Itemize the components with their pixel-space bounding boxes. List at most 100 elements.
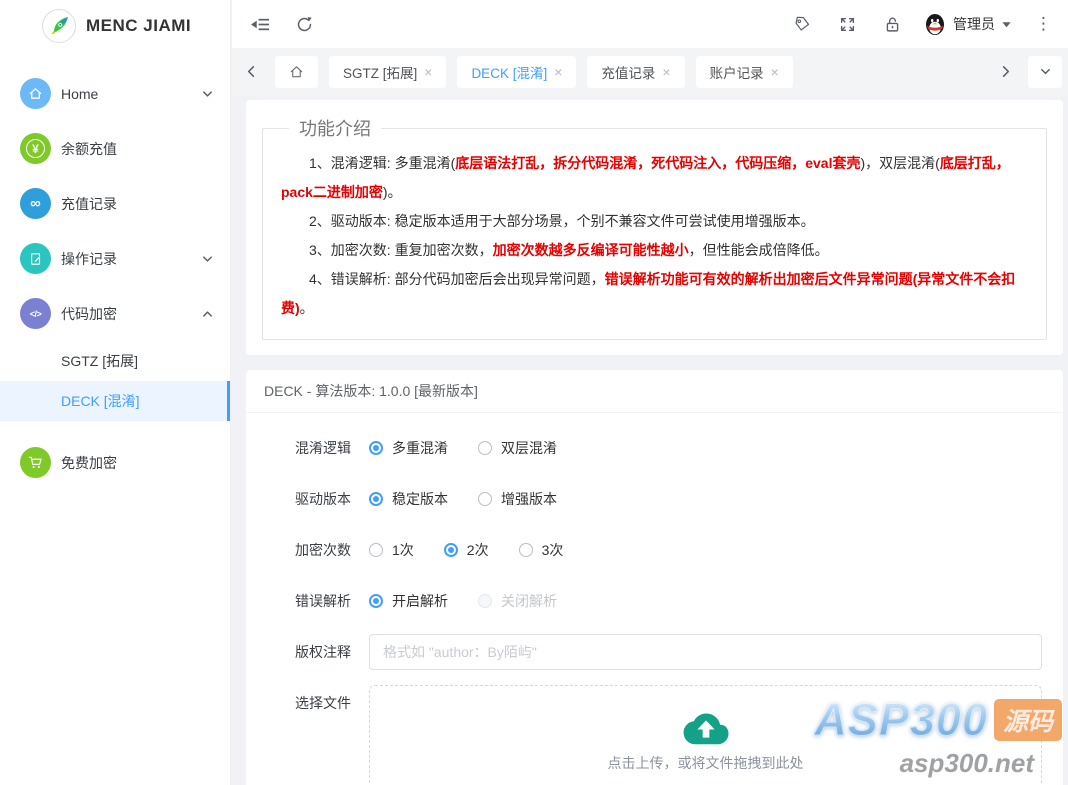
radio-stable-version[interactable]: 稳定版本 — [369, 489, 448, 509]
app-logo: MENC JIAMI — [0, 0, 230, 52]
radio-dot-icon — [478, 492, 492, 506]
form-label: 加密次数 — [246, 540, 369, 560]
sidebar: MENC JIAMI Home ¥ 余额充值 ∞ 充值记录 — [0, 0, 231, 785]
yen-coin-icon: ¥ — [20, 133, 51, 164]
more-options-icon[interactable]: ⋮ — [1025, 14, 1062, 34]
tabs-scroll-right-icon[interactable] — [992, 65, 1018, 78]
sidebar-item-label: 充值记录 — [61, 194, 117, 214]
radio-dot-icon — [444, 543, 458, 557]
radio-parse-on[interactable]: 开启解析 — [369, 591, 448, 611]
intro-line-2: 2、驱动版本: 稳定版本适用于大部分场景，个别不兼容文件可尝试使用增强版本。 — [281, 207, 1028, 236]
refresh-icon[interactable] — [286, 0, 322, 48]
fullscreen-icon[interactable] — [829, 0, 865, 48]
form-row-driver-version: 驱动版本 稳定版本 增强版本 — [246, 481, 1063, 517]
sidebar-item-operation-records[interactable]: 操作记录 — [0, 231, 230, 286]
form-label: 版权注释 — [246, 642, 369, 662]
main-content: 功能介绍 1、混淆逻辑: 多重混淆(底层语法打乱，拆分代码混淆，死代码注入，代码… — [232, 95, 1068, 785]
tab-deck[interactable]: DECK [混淆] × — [457, 56, 576, 88]
chevron-up-icon — [201, 307, 214, 320]
infinity-icon: ∞ — [20, 188, 51, 219]
radio-multi-obfuscation[interactable]: 多重混淆 — [369, 438, 448, 458]
form-label: 混淆逻辑 — [246, 438, 369, 458]
form-label: 选择文件 — [246, 685, 369, 713]
close-icon[interactable]: × — [662, 64, 670, 80]
radio-times-3[interactable]: 3次 — [519, 540, 564, 560]
sidebar-item-code-encrypt[interactable]: </> 代码加密 — [0, 286, 230, 341]
sidebar-item-label: Home — [61, 86, 98, 102]
file-dropzone[interactable]: 点击上传，或将文件拖拽到此处 — [369, 685, 1042, 785]
sidebar-item-recharge-records[interactable]: ∞ 充值记录 — [0, 176, 230, 231]
sidebar-subitem-deck[interactable]: DECK [混淆] — [0, 381, 230, 421]
sidebar-item-label: 代码加密 — [61, 304, 117, 324]
user-menu[interactable]: 管理员 — [919, 12, 1016, 36]
intro-line-4: 4、错误解析: 部分代码加密后会出现异常问题，错误解析功能可有效的解析出加密后文… — [281, 265, 1028, 323]
sidebar-item-label: 免费加密 — [61, 453, 117, 473]
close-icon[interactable]: × — [424, 64, 432, 80]
radio-dot-icon — [369, 543, 383, 557]
user-name: 管理员 — [953, 14, 995, 34]
sidebar-item-free-encrypt[interactable]: 免费加密 — [0, 435, 230, 490]
rocket-logo-icon — [42, 9, 76, 43]
chevron-down-icon — [201, 252, 214, 265]
lock-icon[interactable] — [874, 0, 910, 48]
close-icon[interactable]: × — [554, 64, 562, 80]
tab-label: 账户记录 — [710, 62, 764, 82]
home-icon — [20, 78, 51, 109]
form-label: 驱动版本 — [246, 489, 369, 509]
form-row-file-select: 选择文件 点击上传，或将文件拖拽到此处 — [246, 685, 1063, 785]
avatar — [923, 12, 947, 36]
collapse-sidebar-icon[interactable] — [242, 0, 278, 48]
sidebar-subitem-sgtz[interactable]: SGTZ [拓展] — [0, 341, 230, 381]
tab-account-records[interactable]: 账户记录 × — [696, 56, 793, 88]
cart-icon — [20, 447, 51, 478]
encrypt-panel: DECK - 算法版本: 1.0.0 [最新版本] 混淆逻辑 多重混淆 双层混淆… — [246, 370, 1063, 785]
intro-line-1: 1、混淆逻辑: 多重混淆(底层语法打乱，拆分代码混淆，死代码注入，代码压缩，ev… — [281, 149, 1028, 207]
sidebar-menu: Home ¥ 余额充值 ∞ 充值记录 操作记录 — [0, 66, 230, 490]
panel-title: DECK - 算法版本: 1.0.0 [最新版本] — [246, 370, 1063, 413]
form-row-error-parse: 错误解析 开启解析 关闭解析 — [246, 583, 1063, 619]
caret-down-icon — [1001, 19, 1012, 30]
document-edit-icon — [20, 243, 51, 274]
intro-card: 功能介绍 1、混淆逻辑: 多重混淆(底层语法打乱，拆分代码混淆，死代码注入，代码… — [246, 100, 1063, 355]
sidebar-item-balance-recharge[interactable]: ¥ 余额充值 — [0, 121, 230, 176]
radio-dot-icon — [478, 594, 492, 608]
tab-label: 充值记录 — [601, 62, 655, 82]
tag-icon[interactable] — [784, 0, 820, 48]
code-icon: </> — [20, 298, 51, 329]
tab-bar: SGTZ [拓展] × DECK [混淆] × 充值记录 × 账户记录 × — [232, 48, 1068, 95]
tab-recharge-records[interactable]: 充值记录 × — [587, 56, 684, 88]
tab-home[interactable] — [275, 56, 318, 88]
radio-times-1[interactable]: 1次 — [369, 540, 414, 560]
form-row-copyright: 版权注释 — [246, 634, 1063, 670]
chevron-down-icon — [201, 87, 214, 100]
radio-dot-icon — [369, 441, 383, 455]
tab-sgtz[interactable]: SGTZ [拓展] × — [329, 56, 446, 88]
form-label: 错误解析 — [246, 591, 369, 611]
copyright-input[interactable] — [369, 634, 1042, 670]
upload-hint: 点击上传，或将文件拖拽到此处 — [608, 753, 804, 773]
sidebar-item-home[interactable]: Home — [0, 66, 230, 121]
app-title: MENC JIAMI — [86, 16, 191, 36]
radio-double-obfuscation[interactable]: 双层混淆 — [478, 438, 557, 458]
top-header: 管理员 ⋮ — [232, 0, 1068, 48]
tab-label: SGTZ [拓展] — [343, 62, 417, 82]
intro-legend: 功能介绍 — [289, 115, 381, 141]
close-icon[interactable]: × — [771, 64, 779, 80]
radio-dot-icon — [369, 492, 383, 506]
tabs-scroll-left-icon[interactable] — [238, 65, 264, 78]
tabs-dropdown-icon[interactable] — [1028, 56, 1062, 88]
form-row-obfuscation-logic: 混淆逻辑 多重混淆 双层混淆 — [246, 430, 1063, 466]
intro-line-3: 3、加密次数: 重复加密次数，加密次数越多反编译可能性越小，但性能会成倍降低。 — [281, 236, 1028, 265]
sidebar-subitem-label: SGTZ [拓展] — [61, 351, 138, 371]
home-icon — [289, 64, 304, 79]
sidebar-item-label: 余额充值 — [61, 139, 117, 159]
radio-dot-icon — [478, 441, 492, 455]
radio-parse-off: 关闭解析 — [478, 591, 557, 611]
radio-enhanced-version[interactable]: 增强版本 — [478, 489, 557, 509]
form-row-encrypt-times: 加密次数 1次 2次 3次 — [246, 532, 1063, 568]
cloud-upload-icon — [683, 712, 729, 745]
sidebar-subitem-label: DECK [混淆] — [61, 391, 140, 411]
radio-times-2[interactable]: 2次 — [444, 540, 489, 560]
radio-dot-icon — [369, 594, 383, 608]
sidebar-item-label: 操作记录 — [61, 249, 117, 269]
